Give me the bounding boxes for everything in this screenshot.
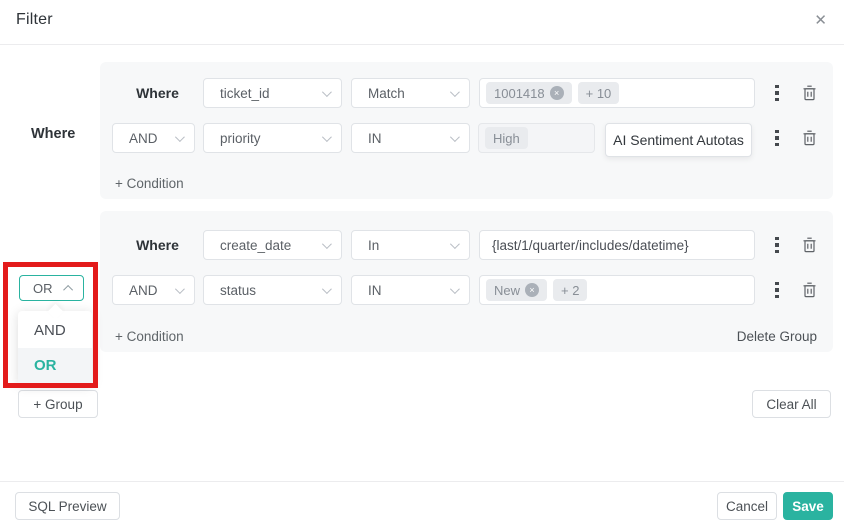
chevron-down-icon [449, 238, 460, 249]
select-value: create_date [220, 237, 292, 253]
kebab-menu-icon[interactable] [767, 123, 787, 153]
field-select[interactable]: status [203, 275, 342, 305]
value-input[interactable]: 1001418 × + 10 [479, 78, 755, 108]
tag-label: + 2 [561, 282, 580, 298]
suggestion-popup[interactable]: AI Sentiment Autotas [605, 123, 752, 157]
logic-dropdown-menu: AND OR [18, 303, 92, 384]
chevron-down-icon [321, 131, 332, 142]
kebab-menu-icon[interactable] [767, 230, 787, 260]
logic-select[interactable]: AND [112, 123, 195, 153]
header-divider [0, 44, 844, 45]
operator-select[interactable]: IN [351, 275, 470, 305]
select-value: IN [368, 130, 382, 146]
filter-group-2: Where create_date In {last/1/quarter/inc… [100, 211, 833, 352]
page-title: Filter [16, 11, 53, 28]
select-value: AND [129, 282, 158, 298]
add-condition-button[interactable]: + Condition [115, 329, 184, 344]
chevron-down-icon [174, 283, 185, 294]
chevron-down-icon [449, 283, 460, 294]
trash-icon[interactable] [799, 78, 819, 108]
operator-select[interactable]: In [351, 230, 470, 260]
kebab-menu-icon[interactable] [767, 275, 787, 305]
value-input[interactable]: New × + 2 [479, 275, 755, 305]
tag-label: High [493, 130, 520, 146]
group-logic-dropdown[interactable]: OR [19, 275, 84, 301]
row-join-label: Where [136, 237, 179, 253]
footer-divider [0, 481, 844, 482]
select-value: In [368, 237, 380, 253]
close-icon[interactable]: ✕ [814, 11, 827, 29]
chevron-down-icon [174, 131, 185, 142]
value-tag-more: + 10 [577, 82, 620, 104]
add-condition-button[interactable]: + Condition [115, 176, 184, 191]
trash-icon[interactable] [799, 123, 819, 153]
cancel-button[interactable]: Cancel [717, 492, 777, 520]
logic-select[interactable]: AND [112, 275, 195, 305]
operator-select[interactable]: Match [351, 78, 470, 108]
trash-icon[interactable] [799, 230, 819, 260]
value-tag-more: + 2 [553, 279, 588, 301]
sql-preview-button[interactable]: SQL Preview [15, 492, 120, 520]
tag-label: 1001418 [494, 85, 545, 101]
remove-tag-icon[interactable]: × [525, 283, 540, 297]
select-value: ticket_id [220, 85, 270, 101]
value-text: {last/1/quarter/includes/datetime} [492, 237, 689, 253]
chevron-down-icon [321, 283, 332, 294]
remove-tag-icon[interactable]: × [549, 86, 564, 100]
value-input[interactable]: {last/1/quarter/includes/datetime} [479, 230, 755, 260]
filter-group-1: Where ticket_id Match 1001418 × + 10 AND… [100, 62, 833, 199]
field-select[interactable]: ticket_id [203, 78, 342, 108]
tag-label: + 10 [585, 85, 612, 101]
chevron-down-icon [449, 86, 460, 97]
value-input[interactable]: High [478, 123, 595, 153]
value-tag: High [485, 127, 528, 149]
value-tag: New × [486, 279, 548, 301]
field-select[interactable]: create_date [203, 230, 342, 260]
chevron-down-icon [321, 238, 332, 249]
select-value: AND [129, 130, 158, 146]
select-value: priority [220, 130, 261, 146]
chevron-down-icon [449, 131, 460, 142]
select-value: status [220, 282, 257, 298]
field-select[interactable]: priority [203, 123, 342, 153]
kebab-menu-icon[interactable] [767, 78, 787, 108]
save-button[interactable]: Save [783, 492, 833, 520]
delete-group-button[interactable]: Delete Group [737, 329, 817, 344]
menu-option-or[interactable]: OR [18, 348, 92, 383]
outer-where-label: Where [31, 126, 76, 142]
chevron-down-icon [321, 86, 332, 97]
value-tag: 1001418 × [486, 82, 572, 104]
row-join-label: Where [136, 85, 179, 101]
operator-select[interactable]: IN [351, 123, 470, 153]
chevron-up-icon [63, 284, 74, 295]
tag-label: New [494, 282, 521, 298]
select-value: OR [33, 280, 53, 296]
trash-icon[interactable] [799, 275, 819, 305]
clear-all-button[interactable]: Clear All [752, 390, 831, 418]
add-group-button[interactable]: + Group [18, 390, 98, 418]
select-value: IN [368, 282, 382, 298]
select-value: Match [368, 85, 405, 101]
